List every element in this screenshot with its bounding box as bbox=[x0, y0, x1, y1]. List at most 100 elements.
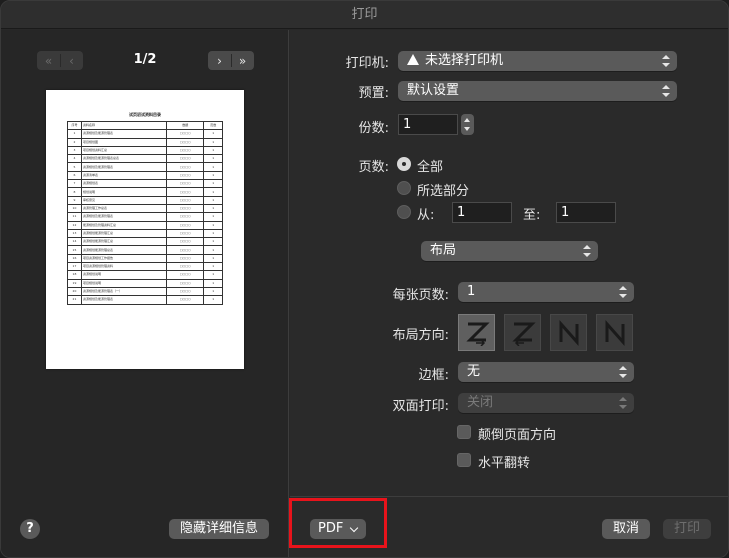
pages-all-label: 全部 bbox=[417, 160, 444, 175]
preview-table-cell: 19 bbox=[67, 278, 82, 288]
preview-table-cell: □○□○ bbox=[166, 162, 205, 172]
preview-table-cell: 资源规划及能源管理表（一） bbox=[80, 286, 168, 297]
preview-table-cell: 1 bbox=[203, 203, 223, 214]
preview-table-cell: 资源规划能源管理汇总 bbox=[80, 237, 168, 247]
z-direction-icon[interactable] bbox=[458, 314, 495, 351]
preview-table-cell: □○□○ bbox=[166, 203, 205, 214]
preview-table-cell: 1 bbox=[203, 278, 223, 288]
preview-table-cell: 1 bbox=[203, 295, 223, 305]
preview-table-cell: 18 bbox=[67, 270, 82, 280]
pages-selection-radio[interactable] bbox=[397, 181, 411, 195]
pages-per-sheet-label: 每张页数: bbox=[392, 288, 449, 303]
preview-table-cell: 资料名称 bbox=[80, 120, 168, 131]
preview-table-cell: 项目规划资料汇总 bbox=[80, 145, 168, 156]
pages-from-input[interactable]: 1 bbox=[452, 202, 512, 223]
double-chevron-left-icon[interactable]: « bbox=[38, 54, 60, 68]
preview-table-cell: 数据 bbox=[166, 120, 205, 131]
pages-selection-label: 所选部分 bbox=[417, 184, 470, 199]
duplex-select[interactable]: 关闭 bbox=[458, 393, 634, 413]
preview-table-cell: □○□○ bbox=[166, 237, 205, 247]
preview-table-row: 15 资源规划能源管理总表 □○□○ 1 bbox=[67, 245, 223, 255]
preview-table-row: 17 项目资源规划管理资料 □○□○ 1 bbox=[67, 262, 223, 272]
preview-table-cell: □○□○ bbox=[166, 278, 205, 288]
pages-label: 页数: bbox=[358, 160, 389, 175]
preview-table-cell: 14 bbox=[67, 237, 82, 247]
reverse-z-direction-icon[interactable] bbox=[504, 314, 541, 351]
double-chevron-right-icon[interactable]: » bbox=[232, 54, 254, 68]
preview-table-row: 8 规划说明 □○□○ 1 bbox=[67, 187, 223, 197]
preview-table-row: 6 资源清单表 □○□○ 1 bbox=[67, 170, 223, 181]
pages-from-label: 从: bbox=[417, 208, 435, 223]
preview-table-cell: 1 bbox=[203, 270, 223, 280]
preview-table-cell: 审核意见 bbox=[80, 195, 168, 205]
preview-table-row: 13 资源规划能源管理汇总 □○□○ 1 bbox=[67, 228, 223, 239]
preview-doc-title: 试页初试资料目录 bbox=[129, 112, 161, 117]
copies-stepper[interactable] bbox=[461, 114, 474, 135]
preview-forward-group: › » bbox=[208, 51, 254, 70]
preview-table-cell: 1 bbox=[203, 145, 223, 156]
preview-table-cell: □○□○ bbox=[166, 286, 205, 297]
preview-table-cell: 项目规划说明 bbox=[80, 278, 168, 288]
border-select[interactable]: 无 bbox=[458, 362, 634, 382]
preview-table-cell: 11 bbox=[67, 212, 82, 222]
section-select[interactable]: 布局 bbox=[421, 241, 598, 261]
n-reverse-direction-icon[interactable] bbox=[550, 314, 587, 351]
copies-input[interactable]: 1 bbox=[398, 114, 458, 135]
preview-doc-table: 序号 资料名称 数据 页数 1 资源规划及能源管理表 □○□○ 1 2 项目规划图 □○□○ 1 3 项目… bbox=[67, 120, 223, 305]
flip-horizontal-checkbox[interactable] bbox=[457, 453, 471, 467]
preview-table-cell: 20 bbox=[67, 286, 82, 297]
preview-table-cell: 1 bbox=[203, 154, 223, 164]
printer-value: 未选择打印机 bbox=[425, 53, 504, 68]
preview-table-cell: 15 bbox=[67, 245, 82, 255]
preview-table-cell: 资源规划及能源管理表 bbox=[80, 129, 168, 139]
preview-table-cell: 8 bbox=[67, 187, 82, 197]
help-button[interactable]: ? bbox=[20, 519, 40, 539]
preview-table-cell: 项目资源规划工作报告 bbox=[80, 253, 168, 264]
chevron-left-icon[interactable]: ‹ bbox=[61, 54, 83, 68]
preview-table-cell: 序号 bbox=[67, 120, 82, 131]
preview-table-row: 21 资源规划及能源管理表 □○□○ 1 bbox=[67, 295, 223, 305]
pages-per-sheet-value: 1 bbox=[467, 284, 476, 299]
preview-table-row: 3 项目规划资料汇总 □○□○ 1 bbox=[67, 145, 223, 156]
preview-table-row: 5 资源规划及能源管理表 □○□○ 1 bbox=[67, 162, 223, 172]
updown-arrow-icon bbox=[619, 365, 627, 379]
pages-all-radio[interactable] bbox=[397, 157, 411, 171]
preset-select[interactable]: 默认设置 bbox=[398, 81, 677, 101]
pages-per-sheet-select[interactable]: 1 bbox=[458, 282, 634, 302]
pages-to-label: 至: bbox=[523, 208, 541, 223]
preview-table-cell: □○□○ bbox=[166, 137, 205, 147]
preview-table-cell: 资源规划能源管理总表 bbox=[80, 245, 168, 255]
preview-table-cell: 1 bbox=[203, 253, 223, 264]
preview-table-cell: □○□○ bbox=[166, 270, 205, 280]
updown-arrow-icon bbox=[662, 84, 670, 98]
preview-table-cell: 1 bbox=[67, 129, 82, 139]
preview-table-cell: 1 bbox=[203, 179, 223, 189]
preview-table-cell: 1 bbox=[203, 137, 223, 147]
preview-table-cell: 资源规划能源管理汇总 bbox=[80, 228, 168, 239]
preview-table-cell: 9 bbox=[67, 195, 82, 205]
border-label: 边框: bbox=[418, 368, 449, 383]
print-button[interactable]: 打印 bbox=[663, 519, 711, 539]
page-preview: 试页初试资料目录 序号 资料名称 数据 页数 1 资源规划及能源管理表 □○□○ 1 2 项目规划… bbox=[46, 90, 244, 369]
preview-table-cell: 资源清单表 bbox=[80, 170, 168, 181]
preset-value: 默认设置 bbox=[407, 83, 460, 98]
preview-table-row: 12 能源规划及管理资料汇总 □○□○ 1 bbox=[67, 220, 223, 230]
chevron-right-icon[interactable]: › bbox=[209, 54, 231, 68]
n-direction-icon[interactable] bbox=[596, 314, 633, 351]
preview-table-cell: □○□○ bbox=[166, 129, 205, 139]
preview-table-cell: 资源规划及能源管理表 bbox=[80, 212, 168, 222]
preview-table-row: 10 资源管理工作总表 □○□○ 1 bbox=[67, 203, 223, 214]
pages-range-radio[interactable] bbox=[397, 205, 411, 219]
preview-table-cell: 3 bbox=[67, 145, 82, 156]
preview-table-cell: 1 bbox=[203, 187, 223, 197]
preview-table-cell: 规划说明 bbox=[80, 187, 168, 197]
pages-to-input[interactable]: 1 bbox=[556, 202, 616, 223]
hide-details-button[interactable]: 隐藏详细信息 bbox=[169, 519, 269, 539]
printer-select[interactable]: 未选择打印机 bbox=[398, 51, 677, 71]
flip-horizontal-label: 水平翻转 bbox=[478, 456, 531, 471]
reverse-orientation-checkbox[interactable] bbox=[457, 425, 471, 439]
preview-table-cell: 4 bbox=[67, 154, 82, 164]
cancel-button[interactable]: 取消 bbox=[602, 519, 650, 539]
updown-arrow-icon bbox=[619, 396, 627, 410]
preview-table-cell: 1 bbox=[203, 237, 223, 247]
